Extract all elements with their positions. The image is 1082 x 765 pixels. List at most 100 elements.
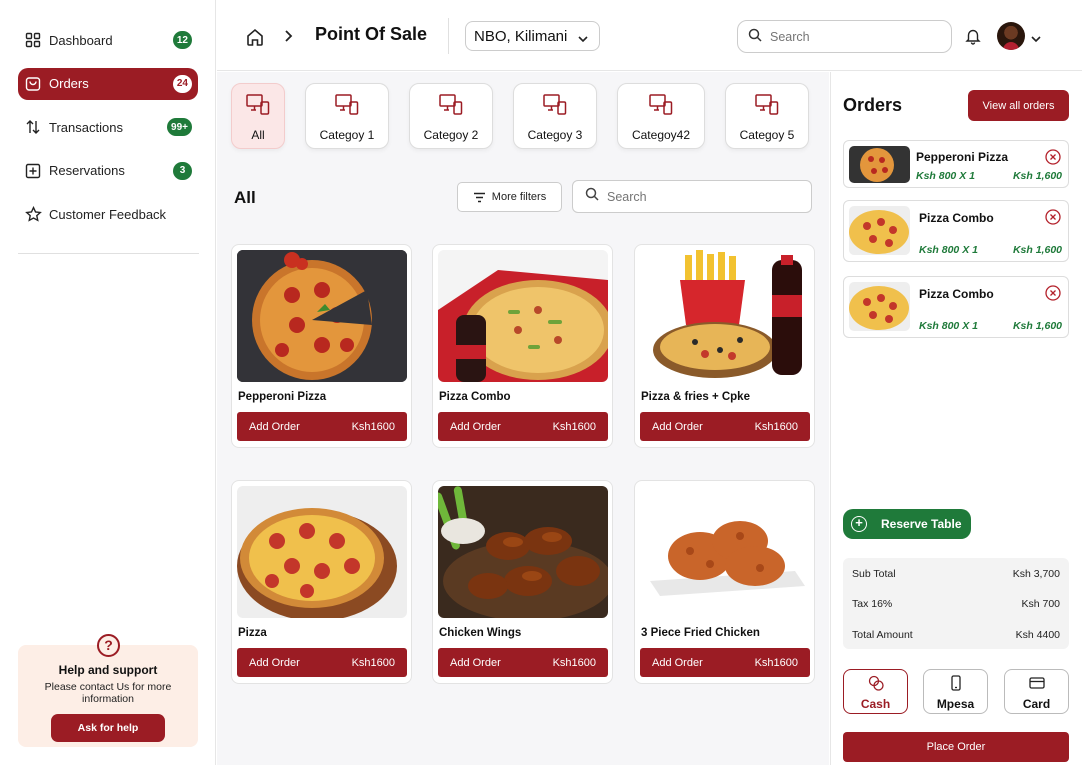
bell-icon[interactable] (964, 27, 982, 45)
sidebar-item-label: Customer Feedback (49, 206, 167, 222)
order-summary: Sub Total Ksh 3,700 Tax 16% Ksh 700 Tota… (843, 558, 1069, 649)
product-price: Ksh1600 (552, 656, 596, 669)
tab-category-4[interactable]: Categoy42 (617, 83, 705, 149)
order-item-name: Pizza Combo (919, 287, 994, 301)
star-icon (24, 205, 42, 223)
subtotal-row: Sub Total Ksh 3,700 (852, 568, 1060, 580)
order-item-name: Pizza Combo (919, 211, 994, 225)
pizza-fries-coke-image (640, 250, 810, 382)
avatar[interactable] (997, 22, 1025, 50)
chevron-down-icon[interactable] (1030, 31, 1042, 49)
header-search-input[interactable] (770, 29, 920, 44)
sidebar-item-orders[interactable]: Orders 24 (18, 67, 198, 100)
order-item-qty: Ksh 800 X 1 (916, 170, 975, 182)
order-item-image (849, 146, 910, 183)
more-filters-button[interactable]: More filters (457, 182, 562, 212)
devices-icon (246, 94, 270, 115)
add-order-button[interactable]: Add Order Ksh1600 (438, 648, 608, 677)
category-tabs: All Categoy 1 Categoy 2 Categoy 3 Catego… (231, 83, 829, 149)
product-name: Pizza Combo (439, 391, 511, 403)
add-order-button[interactable]: Add Order Ksh1600 (640, 648, 810, 677)
order-item-name: Pepperoni Pizza (916, 150, 1009, 164)
product-search[interactable] (572, 180, 812, 213)
count-badge: 24 (172, 74, 192, 93)
product-card[interactable]: Pizza & fries + Cpke Add Order Ksh1600 (634, 244, 815, 448)
total-value: Ksh 4400 (1015, 629, 1060, 641)
more-filters-label: More filters (491, 191, 547, 203)
devices-icon (755, 94, 779, 115)
product-name: Pizza (238, 627, 267, 639)
order-item: Pizza Combo Ksh 800 X 1 Ksh 1,600 (843, 276, 1069, 338)
add-order-label: Add Order (652, 656, 703, 669)
tab-category-3[interactable]: Categoy 3 (513, 83, 597, 149)
sidebar-divider (18, 253, 199, 254)
remove-icon[interactable] (1045, 285, 1061, 301)
sidebar-item-reservations[interactable]: Reservations 3 (18, 155, 198, 187)
reserve-label: Reserve Table (881, 517, 962, 531)
pay-card-button[interactable]: Card (1004, 669, 1069, 714)
order-item: Pizza Combo Ksh 800 X 1 Ksh 1,600 (843, 200, 1069, 262)
orders-title: Orders (843, 95, 903, 115)
pay-label: Mpesa (936, 697, 975, 711)
product-card[interactable]: 3 Piece Fried Chicken Add Order Ksh1600 (634, 480, 815, 684)
view-all-orders-button[interactable]: View all orders (968, 90, 1069, 121)
add-order-button[interactable]: Add Order Ksh1600 (237, 412, 407, 441)
order-item-image (849, 282, 910, 331)
product-name: Pizza & fries + Cpke (641, 391, 750, 403)
pay-label: Cash (860, 697, 891, 711)
header-search[interactable] (737, 20, 952, 53)
product-price: Ksh1600 (351, 656, 395, 669)
help-support-card: ? Help and support Please contact Us for… (18, 634, 198, 747)
location-select[interactable]: NBO, Kilimani (465, 21, 600, 51)
pay-cash-button[interactable]: Cash (843, 669, 908, 714)
product-card[interactable]: Pizza Combo Add Order Ksh1600 (432, 244, 613, 448)
sidebar-item-transactions[interactable]: Transactions 99+ (18, 111, 198, 143)
tab-category-5[interactable]: Categoy 5 (725, 83, 809, 149)
coins-icon (868, 675, 884, 691)
pay-label: Card (1022, 697, 1051, 711)
tab-all[interactable]: All (231, 83, 285, 149)
remove-icon[interactable] (1045, 209, 1061, 225)
product-card[interactable]: Pepperoni Pizza Add Order Ksh1600 (231, 244, 412, 448)
add-order-label: Add Order (249, 656, 300, 669)
filter-icon (473, 192, 485, 202)
add-order-label: Add Order (450, 656, 501, 669)
sidebar-item-customer-feedback[interactable]: Customer Feedback (18, 198, 198, 230)
subtotal-label: Sub Total (852, 568, 896, 580)
add-order-button[interactable]: Add Order Ksh1600 (438, 412, 608, 441)
place-order-button[interactable]: Place Order (843, 732, 1069, 762)
product-card[interactable]: Chicken Wings Add Order Ksh1600 (432, 480, 613, 684)
order-item-total: Ksh 1,600 (1012, 320, 1062, 332)
question-icon: ? (97, 634, 120, 657)
total-label: Total Amount (852, 629, 913, 641)
plus-circle-icon: + (851, 516, 867, 532)
sidebar-item-label: Orders (49, 76, 89, 91)
order-item: Pepperoni Pizza Ksh 800 X 1 Ksh 1,600 (843, 140, 1069, 188)
location-value: NBO, Kilimani (474, 27, 568, 45)
tab-category-2[interactable]: Categoy 2 (409, 83, 493, 149)
product-card[interactable]: Pizza Add Order Ksh1600 (231, 480, 412, 684)
pepperoni-pizza-image (237, 250, 407, 382)
remove-icon[interactable] (1045, 149, 1061, 165)
tax-label: Tax 16% (852, 598, 893, 610)
product-price: Ksh1600 (754, 656, 798, 669)
product-search-input[interactable] (607, 189, 757, 204)
tab-category-1[interactable]: Categoy 1 (305, 83, 389, 149)
sidebar: Dashboard 12 Orders 24 Transactions 99+ (0, 0, 216, 765)
order-item-total: Ksh 1,600 (1012, 170, 1062, 182)
search-icon (585, 187, 599, 206)
pay-mpesa-button[interactable]: Mpesa (923, 669, 988, 714)
ask-for-help-button[interactable]: Ask for help (51, 714, 165, 742)
order-item-qty: Ksh 800 X 1 (919, 244, 978, 256)
tax-value: Ksh 700 (1021, 598, 1060, 610)
phone-icon (950, 675, 961, 691)
product-price: Ksh1600 (552, 420, 596, 433)
add-order-button[interactable]: Add Order Ksh1600 (640, 412, 810, 441)
search-icon (748, 28, 762, 45)
total-row: Total Amount Ksh 4400 (852, 629, 1060, 641)
home-icon[interactable] (245, 27, 265, 47)
devices-icon (439, 94, 463, 115)
reserve-table-button[interactable]: + Reserve Table (843, 509, 971, 539)
sidebar-item-dashboard[interactable]: Dashboard 12 (18, 24, 198, 56)
add-order-button[interactable]: Add Order Ksh1600 (237, 648, 407, 677)
